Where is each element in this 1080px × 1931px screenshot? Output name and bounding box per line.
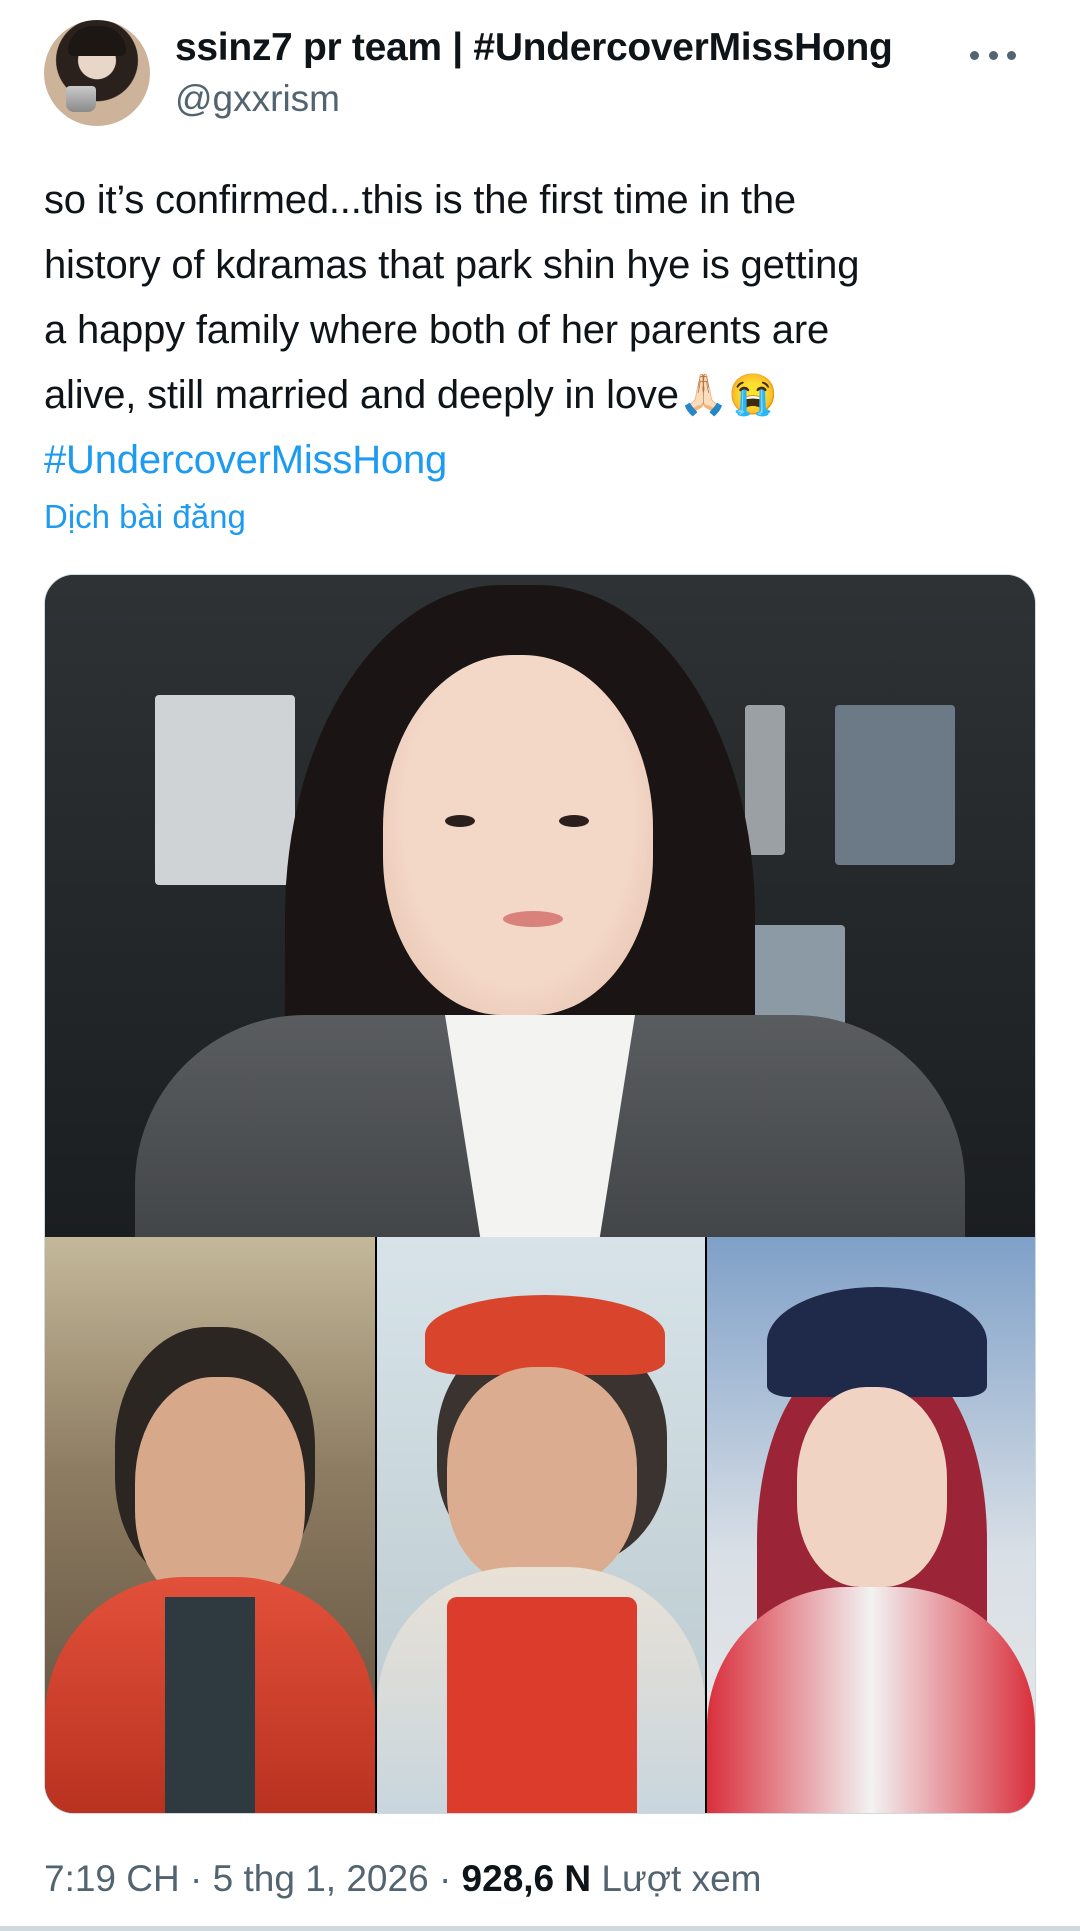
media-photo-bottom-middle[interactable] bbox=[377, 1237, 705, 1813]
media-photo-bottom-left[interactable] bbox=[45, 1237, 375, 1813]
tweet-line: alive, still married and deeply in love bbox=[44, 373, 679, 417]
views-label: Lượt xem bbox=[601, 1858, 762, 1899]
media-grid[interactable] bbox=[44, 574, 1036, 1814]
separator: · bbox=[190, 1858, 203, 1899]
media-bottom-row bbox=[45, 1237, 1035, 1813]
tweet-line: a happy family where both of her parents… bbox=[44, 308, 829, 352]
dot bbox=[970, 50, 979, 60]
face-shape bbox=[447, 1367, 637, 1587]
hashtag-link[interactable]: #UndercoverMissHong bbox=[44, 428, 1034, 493]
display-name[interactable]: ssinz7 pr team | #UndercoverMissHong bbox=[175, 26, 893, 70]
face-shape bbox=[135, 1377, 305, 1607]
avatar[interactable] bbox=[44, 20, 150, 126]
tweet-text: so it’s confirmed...this is the first ti… bbox=[44, 168, 1034, 493]
tweet-line: so it’s confirmed...this is the first ti… bbox=[44, 178, 796, 222]
media-photo-bottom-right[interactable] bbox=[707, 1237, 1035, 1813]
translate-post-link[interactable]: Dịch bài đăng bbox=[44, 498, 246, 536]
media-photo-top[interactable] bbox=[45, 575, 1035, 1237]
background-frame bbox=[155, 695, 295, 885]
user-handle[interactable]: @gxxrism bbox=[175, 78, 340, 120]
emoji: 🙏🏻😭 bbox=[678, 373, 778, 417]
divider bbox=[0, 1926, 1080, 1931]
collar-shape bbox=[165, 1597, 255, 1813]
lips-shape bbox=[503, 911, 563, 927]
background-frame bbox=[835, 705, 955, 865]
avatar-cup-shape bbox=[66, 86, 96, 112]
face-shape bbox=[383, 655, 653, 1015]
headscarf-shape bbox=[425, 1295, 665, 1375]
views-count: 928,6 N bbox=[461, 1858, 592, 1899]
background-frame bbox=[745, 705, 785, 855]
eye-shape bbox=[559, 815, 589, 827]
dot bbox=[1007, 50, 1016, 60]
dot bbox=[988, 50, 998, 60]
apron-shape bbox=[447, 1597, 637, 1813]
tweet-header: ssinz7 pr team | #UndercoverMissHong @gx… bbox=[44, 20, 1036, 130]
jersey-shape bbox=[707, 1587, 1035, 1813]
bandana-shape bbox=[767, 1287, 987, 1397]
more-horizontal-icon[interactable] bbox=[970, 42, 1016, 68]
avatar-hat-shape bbox=[68, 26, 126, 56]
separator: · bbox=[438, 1858, 452, 1899]
tweet-line: history of kdramas that park shin hye is… bbox=[44, 243, 860, 287]
eye-shape bbox=[445, 815, 475, 827]
tweet-date[interactable]: 5 thg 1, 2026 bbox=[213, 1858, 429, 1899]
tweet-time[interactable]: 7:19 CH bbox=[44, 1858, 180, 1899]
face-shape bbox=[797, 1387, 947, 1587]
tweet-line-with-emoji: alive, still married and deeply in love🙏… bbox=[44, 363, 1034, 428]
tweet-meta: 7:19 CH · 5 thg 1, 2026 · 928,6 N Lượt x… bbox=[44, 1858, 762, 1900]
